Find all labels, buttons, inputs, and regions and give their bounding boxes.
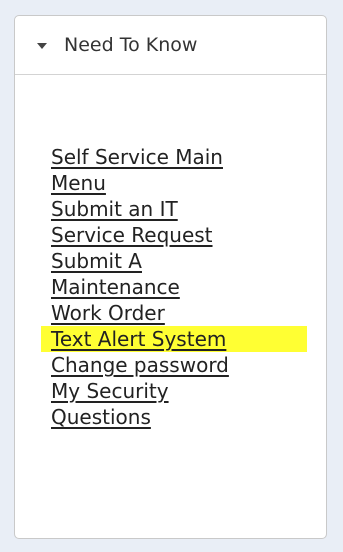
link-my-security-questions[interactable]: My Security Questions — [51, 378, 281, 430]
link-submit-it-service-request[interactable]: Submit an IT Service Request — [51, 196, 281, 248]
link-submit-maintenance-work-order[interactable]: Submit A Maintenance Work Order — [51, 248, 281, 326]
list-item: Change password — [15, 352, 326, 378]
link-text-alert-system[interactable]: Text Alert System — [41, 326, 307, 352]
list-item: Submit A Maintenance Work Order — [15, 248, 326, 326]
list-item: Submit an IT Service Request — [15, 196, 326, 248]
list-item: Self Service Main Menu — [15, 144, 326, 196]
link-change-password[interactable]: Change password — [51, 352, 281, 378]
link-list: Self Service Main Menu Submit an IT Serv… — [15, 75, 326, 430]
list-item: Text Alert System — [15, 326, 326, 352]
list-item: My Security Questions — [15, 378, 326, 430]
link-self-service-main-menu[interactable]: Self Service Main Menu — [51, 144, 281, 196]
panel-header-toggle[interactable]: Need To Know — [15, 16, 326, 75]
need-to-know-panel: Need To Know Self Service Main Menu Subm… — [14, 15, 327, 539]
triangle-down-icon[interactable] — [37, 43, 47, 49]
panel-title: Need To Know — [64, 34, 198, 56]
